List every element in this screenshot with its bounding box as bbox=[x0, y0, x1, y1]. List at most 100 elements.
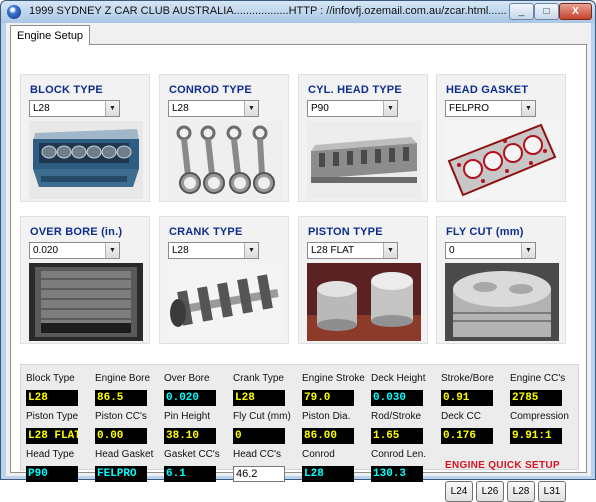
card-title: PISTON TYPE bbox=[308, 226, 383, 238]
deck-cc-value: 0.176 bbox=[441, 428, 493, 444]
crank-type-label: Crank Type bbox=[233, 373, 284, 384]
quick-setup-title: ENGINE QUICK SETUP bbox=[445, 460, 560, 471]
engine-cc-value: 2785 bbox=[510, 390, 562, 406]
piston-dia-label: Piston Dia. bbox=[302, 411, 351, 422]
quick-setup-l26-button[interactable]: L26 bbox=[476, 481, 504, 502]
card-title: FLY CUT (mm) bbox=[446, 226, 524, 238]
chevron-down-icon[interactable]: ▼ bbox=[244, 101, 258, 116]
client-area: Engine Setup BLOCK TYPE L28 ▼ CONROD TYP… bbox=[6, 23, 591, 502]
quick-setup-l31-button[interactable]: L31 bbox=[538, 481, 566, 502]
app-window: 1999 SYDNEY Z CAR CLUB AUSTRALIA........… bbox=[0, 0, 596, 502]
fly-cut-value: 0 bbox=[233, 428, 285, 444]
piston-cc-value: 0.00 bbox=[95, 428, 147, 444]
compression-label: Compression bbox=[510, 411, 569, 422]
card-title: CRANK TYPE bbox=[169, 226, 243, 238]
window-title: 1999 SYDNEY Z CAR CLUB AUSTRALIA........… bbox=[29, 5, 507, 17]
block-type-label: Block Type bbox=[26, 373, 75, 384]
chevron-down-icon[interactable]: ▼ bbox=[383, 243, 397, 258]
over-bore-label: Over Bore bbox=[164, 373, 210, 384]
conrod-length-label: Conrod Len. bbox=[371, 449, 427, 460]
select-value: 0.020 bbox=[33, 245, 59, 256]
crank-type-select[interactable]: L28 ▼ bbox=[168, 242, 259, 259]
rod-stroke-label: Rod/Stroke bbox=[371, 411, 422, 422]
head-gasket-label: Head Gasket bbox=[95, 449, 154, 460]
over-bore-select[interactable]: 0.020 ▼ bbox=[29, 242, 120, 259]
block-type-select[interactable]: L28 ▼ bbox=[29, 100, 120, 117]
engine-bore-label: Engine Bore bbox=[95, 373, 151, 384]
engine-stroke-value: 79.0 bbox=[302, 390, 354, 406]
minimize-button[interactable]: _ bbox=[509, 3, 534, 20]
fly-cut-card: FLY CUT (mm) 0 ▼ bbox=[436, 216, 566, 344]
block-type-card: BLOCK TYPE L28 ▼ bbox=[20, 74, 150, 202]
title-bar[interactable]: 1999 SYDNEY Z CAR CLUB AUSTRALIA........… bbox=[1, 1, 595, 23]
head-cc-label: Head CC's bbox=[233, 449, 282, 460]
select-value: P90 bbox=[311, 103, 329, 114]
stroke-bore-value: 0.91 bbox=[441, 390, 493, 406]
over-bore-value: 0.020 bbox=[164, 390, 216, 406]
crankshaft-photo bbox=[168, 263, 282, 341]
card-title: CYL. HEAD TYPE bbox=[308, 84, 402, 96]
piston-type-card: PISTON TYPE L28 FLAT ▼ bbox=[298, 216, 428, 344]
pin-height-label: Pin Height bbox=[164, 411, 211, 422]
select-value: L28 bbox=[33, 103, 50, 114]
chevron-down-icon[interactable]: ▼ bbox=[105, 101, 119, 116]
piston-type-select[interactable]: L28 FLAT ▼ bbox=[307, 242, 398, 259]
piston-flycut-photo bbox=[445, 263, 559, 341]
head-gasket-photo bbox=[445, 121, 559, 199]
select-value: L28 FLAT bbox=[311, 245, 355, 256]
piston-cc-label: Piston CC's bbox=[95, 411, 147, 422]
cylinder-head-photo bbox=[307, 121, 421, 199]
card-title: BLOCK TYPE bbox=[30, 84, 103, 96]
deck-height-value: 0.030 bbox=[371, 390, 423, 406]
over-bore-card: OVER BORE (in.) 0.020 ▼ bbox=[20, 216, 150, 344]
cyl-head-type-select[interactable]: P90 ▼ bbox=[307, 100, 398, 117]
conrod-label: Conrod bbox=[302, 449, 335, 460]
select-value: L28 bbox=[172, 103, 189, 114]
select-value: 0 bbox=[449, 245, 455, 256]
piston-dia-value: 86.00 bbox=[302, 428, 354, 444]
conrod-type-select[interactable]: L28 ▼ bbox=[168, 100, 259, 117]
engine-summary-panel: Block Type L28 Engine Bore 86.5 Over Bor… bbox=[20, 364, 579, 502]
quick-setup-l24-button[interactable]: L24 bbox=[445, 481, 473, 502]
conrods-photo bbox=[168, 121, 282, 199]
close-button[interactable]: X bbox=[559, 3, 592, 20]
select-value: FELPRO bbox=[449, 103, 490, 114]
rod-stroke-value: 1.65 bbox=[371, 428, 423, 444]
card-title: HEAD GASKET bbox=[446, 84, 529, 96]
crank-type-card: CRANK TYPE L28 ▼ bbox=[159, 216, 289, 344]
cyl-head-type-card: CYL. HEAD TYPE P90 ▼ bbox=[298, 74, 428, 202]
quick-setup-l28-button[interactable]: L28 bbox=[507, 481, 535, 502]
crank-type-value: L28 bbox=[233, 390, 285, 406]
fly-cut-label: Fly Cut (mm) bbox=[233, 411, 291, 422]
maximize-button[interactable]: □ bbox=[534, 3, 559, 20]
chevron-down-icon[interactable]: ▼ bbox=[105, 243, 119, 258]
engine-setup-panel: BLOCK TYPE L28 ▼ CONROD TYPE L28 ▼ CYL. … bbox=[10, 44, 587, 502]
select-value: L28 bbox=[172, 245, 189, 256]
tab-engine-setup[interactable]: Engine Setup bbox=[10, 25, 91, 45]
deck-height-label: Deck Height bbox=[371, 373, 426, 384]
head-gasket-card: HEAD GASKET FELPRO ▼ bbox=[436, 74, 566, 202]
piston-type-value: L28 FLAT bbox=[26, 428, 78, 444]
app-icon[interactable] bbox=[7, 5, 21, 19]
chevron-down-icon[interactable]: ▼ bbox=[244, 243, 258, 258]
piston-type-label: Piston Type bbox=[26, 411, 79, 422]
engine-cc-label: Engine CC's bbox=[510, 373, 566, 384]
card-title: OVER BORE (in.) bbox=[30, 226, 123, 238]
card-title: CONROD TYPE bbox=[169, 84, 252, 96]
chevron-down-icon[interactable]: ▼ bbox=[383, 101, 397, 116]
fly-cut-select[interactable]: 0 ▼ bbox=[445, 242, 536, 259]
conrod-type-card: CONROD TYPE L28 ▼ bbox=[159, 74, 289, 202]
pistons-photo bbox=[307, 263, 421, 341]
gasket-cc-label: Gasket CC's bbox=[164, 449, 220, 460]
pin-height-value: 38.10 bbox=[164, 428, 216, 444]
engine-stroke-label: Engine Stroke bbox=[302, 373, 365, 384]
head-type-label: Head Type bbox=[26, 449, 75, 460]
deck-cc-label: Deck CC bbox=[441, 411, 482, 422]
chevron-down-icon[interactable]: ▼ bbox=[521, 243, 535, 258]
engine-block-photo bbox=[29, 121, 143, 199]
head-gasket-select[interactable]: FELPRO ▼ bbox=[445, 100, 536, 117]
block-type-value: L28 bbox=[26, 390, 78, 406]
stroke-bore-label: Stroke/Bore bbox=[441, 373, 494, 384]
engine-bore-value: 86.5 bbox=[95, 390, 147, 406]
chevron-down-icon[interactable]: ▼ bbox=[521, 101, 535, 116]
